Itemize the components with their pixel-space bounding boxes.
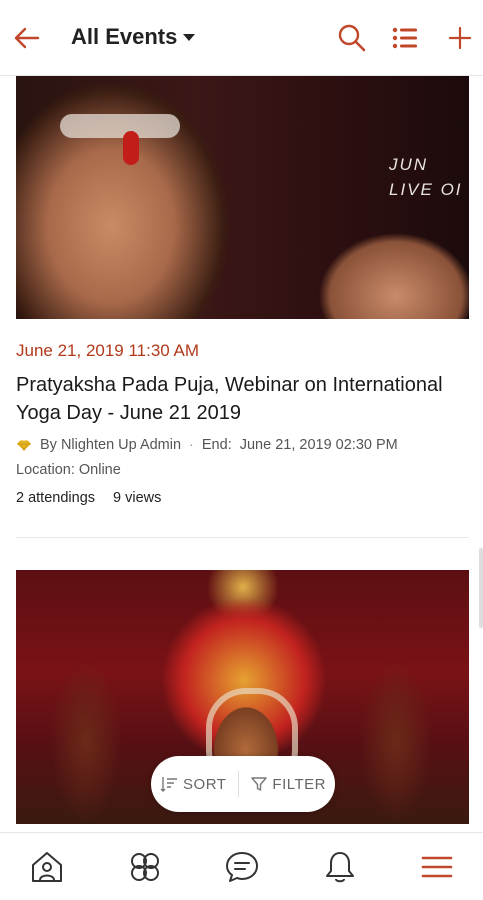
arrow-left-icon[interactable] — [12, 24, 42, 52]
sort-label: SORT — [183, 775, 227, 793]
event-location: Location: Online — [16, 462, 121, 478]
event-card[interactable]: JUN LIVE OI June 21, 2019 11:30 AM Praty… — [16, 76, 469, 506]
page-title: All Events — [71, 24, 178, 49]
notifications-icon[interactable] — [322, 849, 358, 885]
event-meta: By Nlighten Up Admin · End: June 21, 201… — [16, 437, 469, 453]
card-divider — [16, 537, 469, 538]
page-title-dropdown[interactable]: All Events — [71, 24, 196, 50]
event-date: June 21, 2019 11:30 AM — [16, 341, 200, 360]
meta-separator: · — [189, 437, 194, 453]
image-detail — [123, 131, 139, 165]
overlay-line: JUN — [389, 155, 429, 174]
home-icon[interactable] — [29, 849, 65, 885]
bottom-navigation — [0, 832, 483, 900]
event-attendings: 2 attendings — [16, 490, 96, 506]
event-title[interactable]: Pratyaksha Pada Puja, Webinar on Interna… — [16, 371, 469, 427]
event-image[interactable]: JUN LIVE OI — [16, 76, 469, 319]
event-end-label: End: — [201, 437, 232, 453]
sort-icon — [160, 777, 178, 792]
messages-icon[interactable] — [224, 849, 260, 885]
image-overlay-text: JUN LIVE OI — [389, 152, 463, 202]
pill-separator — [238, 771, 240, 797]
caret-down-icon — [183, 33, 196, 41]
plus-icon[interactable] — [444, 22, 476, 54]
sort-filter-pill: SORT FILTER — [151, 756, 335, 812]
event-end-time: June 21, 2019 02:30 PM — [239, 437, 398, 453]
search-icon[interactable] — [336, 22, 368, 54]
scroll-indicator[interactable] — [479, 548, 483, 628]
sort-button[interactable]: SORT — [160, 776, 226, 793]
filter-button[interactable]: FILTER — [251, 776, 326, 793]
filter-label: FILTER — [272, 775, 326, 793]
menu-icon[interactable] — [419, 849, 455, 885]
list-icon[interactable] — [389, 22, 421, 54]
event-author[interactable]: By Nlighten Up Admin — [40, 437, 181, 453]
gem-badge-icon — [17, 440, 31, 451]
event-stats: 2 attendings 9 views — [16, 490, 469, 506]
top-app-bar: All Events — [0, 0, 483, 76]
overlay-line: LIVE OI — [389, 180, 463, 199]
groups-icon[interactable] — [127, 849, 163, 885]
event-views: 9 views — [113, 490, 162, 506]
image-detail — [60, 114, 180, 138]
events-feed[interactable]: JUN LIVE OI June 21, 2019 11:30 AM Praty… — [0, 76, 483, 832]
filter-icon — [251, 777, 268, 791]
